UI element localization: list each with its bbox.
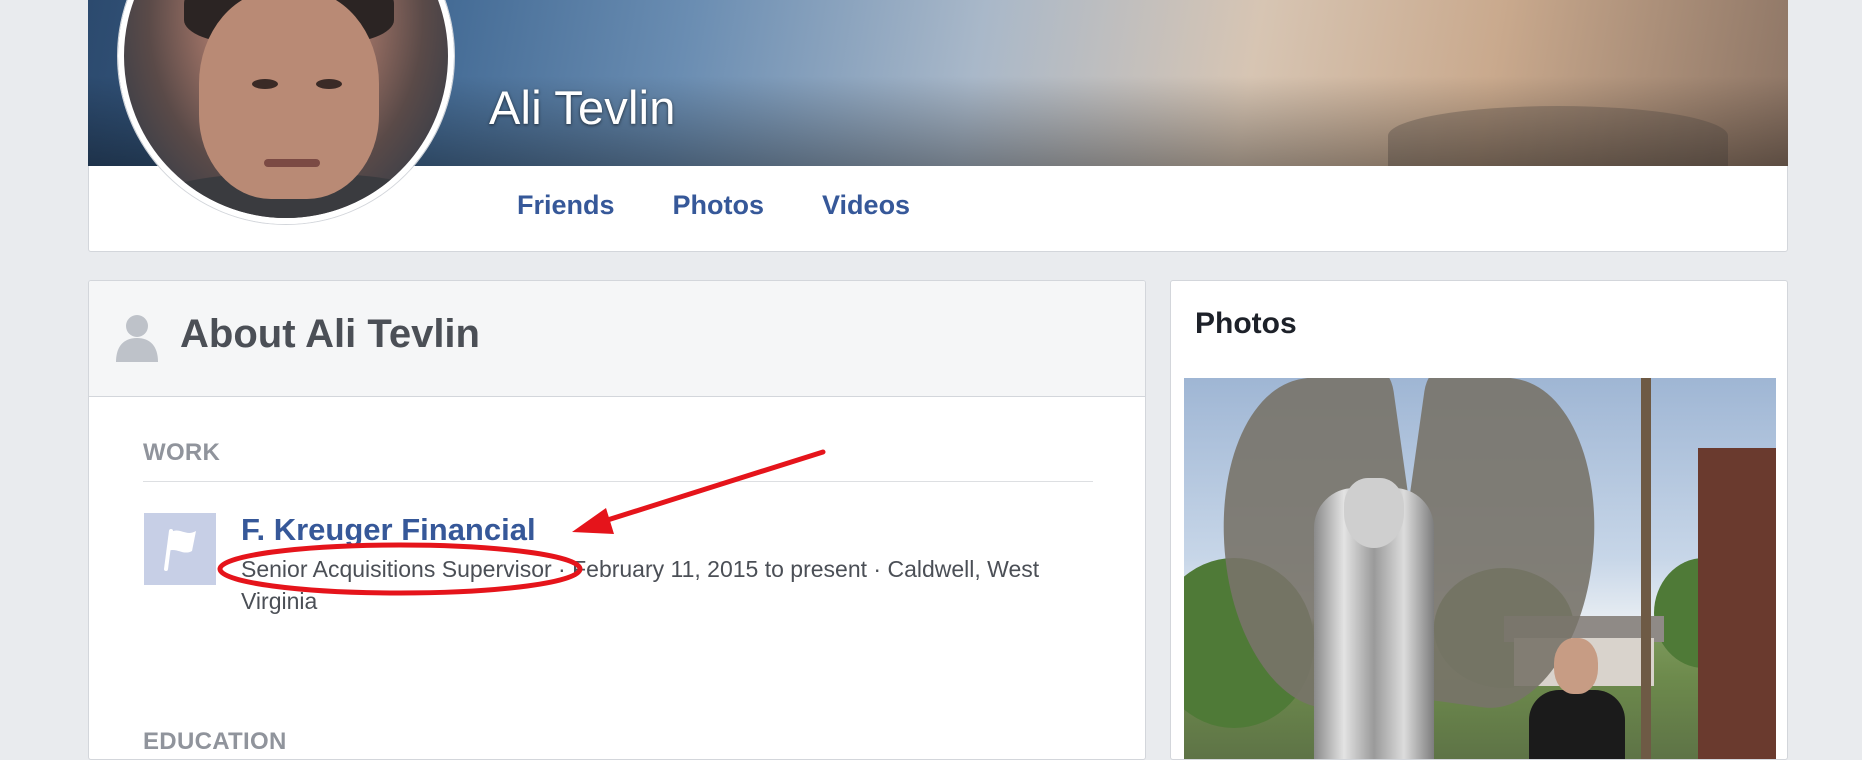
education-section-label: EDUCATION	[143, 728, 287, 755]
work-section-label: WORK	[143, 439, 221, 466]
avatar-mouth	[264, 159, 320, 167]
work-divider	[143, 481, 1093, 482]
tab-videos[interactable]: Videos	[822, 190, 910, 221]
profile-name[interactable]: Ali Tevlin	[489, 80, 676, 135]
employer-logo[interactable]	[144, 513, 216, 585]
tab-friends[interactable]: Friends	[517, 190, 615, 221]
about-title: About Ali Tevlin	[180, 312, 480, 356]
photo-thumbnail[interactable]	[1184, 378, 1776, 759]
photo-brick-building	[1698, 448, 1776, 759]
photos-title[interactable]: Photos	[1195, 307, 1297, 341]
person-silhouette-icon	[116, 315, 158, 362]
avatar-eye-left	[252, 79, 278, 89]
photo-person-body	[1529, 690, 1625, 759]
photo-statue-head	[1344, 478, 1404, 548]
profile-tabs: Friends Photos Videos	[517, 190, 968, 221]
avatar-eye-right	[316, 79, 342, 89]
avatar-face	[199, 0, 379, 199]
employer-link[interactable]: F. Kreuger Financial	[241, 512, 536, 548]
about-card: About Ali Tevlin WORK F. Kreuger Financi…	[88, 280, 1146, 760]
flag-icon	[164, 529, 196, 571]
cover-mountain	[1388, 106, 1728, 166]
photos-card: Photos	[1170, 280, 1788, 760]
tab-photos[interactable]: Photos	[673, 190, 765, 221]
photo-utility-pole	[1641, 378, 1651, 759]
profile-avatar[interactable]	[118, 0, 454, 224]
about-header: About Ali Tevlin	[89, 281, 1145, 397]
work-details: Senior Acquisitions Supervisor · Februar…	[241, 556, 1040, 614]
photo-person-head	[1554, 638, 1598, 694]
